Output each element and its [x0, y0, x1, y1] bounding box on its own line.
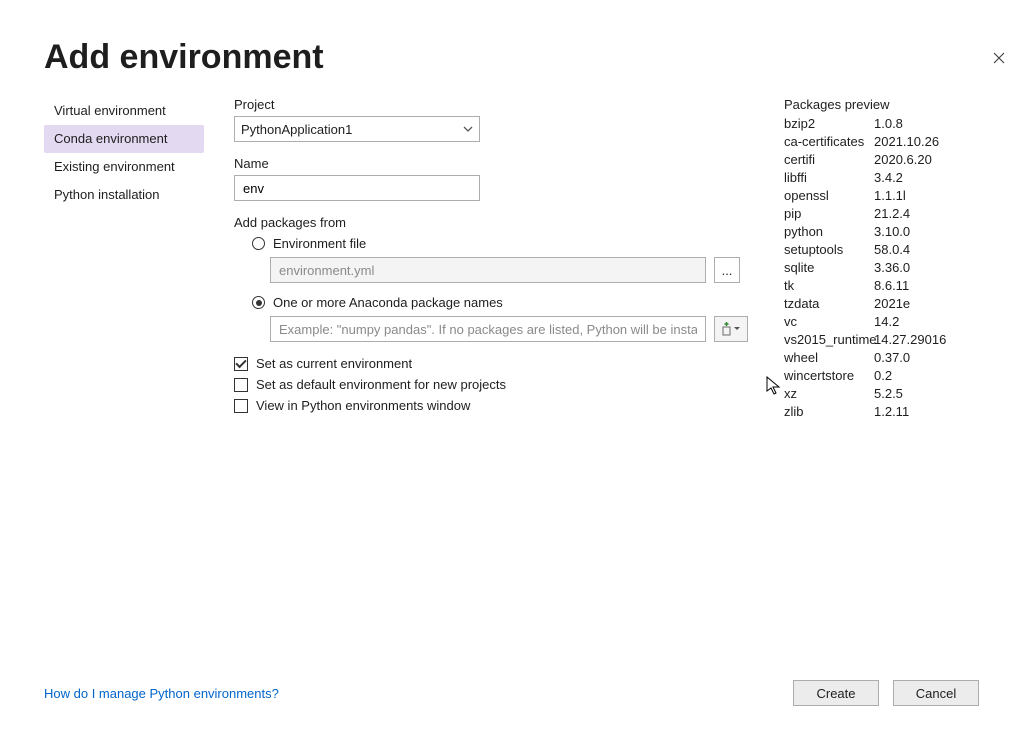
package-name: ca-certificates — [784, 134, 874, 149]
package-version: 2021e — [874, 296, 910, 311]
package-name: certifi — [784, 152, 874, 167]
radio-environment-file[interactable] — [252, 237, 265, 250]
radio-package-names[interactable] — [252, 296, 265, 309]
package-name: xz — [784, 386, 874, 401]
package-version: 3.36.0 — [874, 260, 910, 275]
package-row: sqlite3.36.0 — [784, 260, 979, 275]
package-name: python — [784, 224, 874, 239]
package-name: setuptools — [784, 242, 874, 257]
packages-preview-header: Packages preview — [784, 97, 979, 112]
name-label: Name — [234, 156, 754, 171]
package-row: setuptools58.0.4 — [784, 242, 979, 257]
package-name: tzdata — [784, 296, 874, 311]
add-package-icon — [722, 321, 740, 337]
package-names-input[interactable] — [277, 321, 699, 338]
package-add-dropdown-button[interactable] — [714, 316, 748, 342]
package-version: 1.2.11 — [874, 404, 909, 419]
package-name: sqlite — [784, 260, 874, 275]
package-row: vs2015_runtime14.27.29016 — [784, 332, 979, 347]
package-row: openssl1.1.1l — [784, 188, 979, 203]
package-row: tk8.6.11 — [784, 278, 979, 293]
form-area: Project PythonApplication1 Name Add pack… — [234, 97, 754, 419]
package-row: tzdata2021e — [784, 296, 979, 311]
sidebar: Virtual environmentConda environmentExis… — [44, 97, 204, 419]
package-version: 1.0.8 — [874, 116, 903, 131]
package-version: 14.2 — [874, 314, 899, 329]
chevron-down-icon — [463, 124, 473, 134]
package-version: 0.37.0 — [874, 350, 910, 365]
package-name: openssl — [784, 188, 874, 203]
checkbox-set-current[interactable] — [234, 357, 248, 371]
sidebar-item-python-installation[interactable]: Python installation — [44, 181, 204, 209]
package-name: bzip2 — [784, 116, 874, 131]
cancel-button[interactable]: Cancel — [893, 680, 979, 706]
package-name: wincertstore — [784, 368, 874, 383]
package-row: libffi3.4.2 — [784, 170, 979, 185]
checkbox-set-default-label: Set as default environment for new proje… — [256, 377, 506, 392]
package-row: wheel0.37.0 — [784, 350, 979, 365]
package-version: 5.2.5 — [874, 386, 903, 401]
package-version: 8.6.11 — [874, 278, 909, 293]
environment-file-input — [277, 262, 699, 279]
checkbox-set-default[interactable] — [234, 378, 248, 392]
radio-package-names-label: One or more Anaconda package names — [273, 295, 503, 310]
package-version: 58.0.4 — [874, 242, 910, 257]
package-version: 3.10.0 — [874, 224, 910, 239]
checkbox-view-window-label: View in Python environments window — [256, 398, 470, 413]
package-name: wheel — [784, 350, 874, 365]
package-row: wincertstore0.2 — [784, 368, 979, 383]
package-version: 21.2.4 — [874, 206, 910, 221]
packages-preview-panel: Packages preview bzip21.0.8ca-certificat… — [784, 97, 979, 419]
radio-environment-file-label: Environment file — [273, 236, 366, 251]
package-row: zlib1.2.11 — [784, 404, 979, 419]
add-packages-label: Add packages from — [234, 215, 754, 230]
package-row: python3.10.0 — [784, 224, 979, 239]
package-version: 0.2 — [874, 368, 892, 383]
project-select-value: PythonApplication1 — [241, 122, 352, 137]
package-version: 3.4.2 — [874, 170, 903, 185]
package-names-input-wrap — [270, 316, 706, 342]
sidebar-item-conda-environment[interactable]: Conda environment — [44, 125, 204, 153]
package-name: vs2015_runtime — [784, 332, 874, 347]
package-name: pip — [784, 206, 874, 221]
package-row: certifi2020.6.20 — [784, 152, 979, 167]
packages-list: bzip21.0.8ca-certificates2021.10.26certi… — [784, 116, 979, 419]
browse-environment-file-button[interactable]: ... — [714, 257, 740, 283]
package-version: 14.27.29016 — [874, 332, 946, 347]
package-version: 2020.6.20 — [874, 152, 932, 167]
checkbox-set-current-label: Set as current environment — [256, 356, 412, 371]
package-row: vc14.2 — [784, 314, 979, 329]
close-icon — [993, 52, 1005, 64]
sidebar-item-virtual-environment[interactable]: Virtual environment — [44, 97, 204, 125]
package-name: libffi — [784, 170, 874, 185]
close-button[interactable] — [989, 48, 1009, 68]
package-version: 1.1.1l — [874, 188, 906, 203]
help-link[interactable]: How do I manage Python environments? — [44, 686, 279, 701]
project-label: Project — [234, 97, 754, 112]
package-name: zlib — [784, 404, 874, 419]
environment-file-input-wrap — [270, 257, 706, 283]
package-row: bzip21.0.8 — [784, 116, 979, 131]
add-environment-dialog: Add environment Virtual environmentConda… — [0, 38, 1023, 736]
checkbox-view-window[interactable] — [234, 399, 248, 413]
package-row: ca-certificates2021.10.26 — [784, 134, 979, 149]
project-select[interactable]: PythonApplication1 — [234, 116, 480, 142]
package-row: pip21.2.4 — [784, 206, 979, 221]
dialog-title: Add environment — [44, 38, 979, 77]
package-row: xz5.2.5 — [784, 386, 979, 401]
package-version: 2021.10.26 — [874, 134, 939, 149]
create-button[interactable]: Create — [793, 680, 879, 706]
sidebar-item-existing-environment[interactable]: Existing environment — [44, 153, 204, 181]
name-input-wrap — [234, 175, 480, 201]
package-name: vc — [784, 314, 874, 329]
package-name: tk — [784, 278, 874, 293]
name-input[interactable] — [241, 180, 473, 197]
